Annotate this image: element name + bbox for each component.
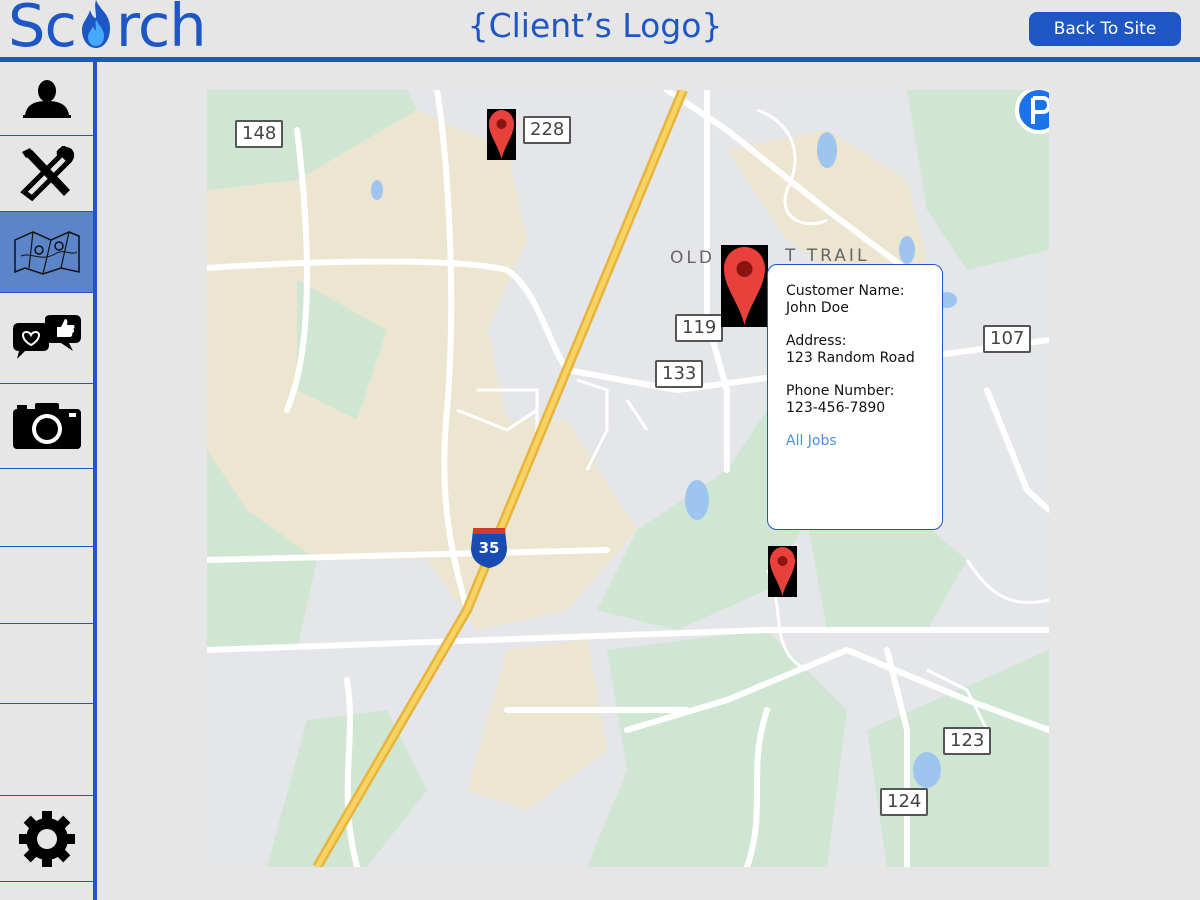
route-label-107: 107 — [983, 325, 1032, 353]
route-label-133: 133 — [655, 360, 704, 388]
location-pin-icon — [724, 247, 765, 325]
nav-item-reviews[interactable] — [0, 293, 93, 384]
scorch-logo: Sc rch — [8, 0, 207, 60]
client-logo-placeholder: {Client’s Logo} — [467, 6, 723, 45]
location-pin-icon — [770, 547, 795, 596]
trail-label-left: OLD — [670, 248, 715, 268]
address-value: 123 Random Road — [786, 350, 915, 366]
settings-icon — [18, 810, 75, 867]
map-pin-selected[interactable] — [721, 245, 768, 327]
customer-info-popup: Customer Name: John Doe Address: 123 Ran… — [767, 264, 943, 530]
sidebar-nav — [0, 62, 93, 900]
nav-item-empty-4[interactable] — [0, 704, 93, 796]
reviews-icon — [12, 315, 81, 359]
interstate-label: 35 — [478, 539, 500, 557]
phone-value: 123-456-7890 — [786, 400, 886, 416]
location-pin-icon — [489, 110, 514, 159]
phone-label: Phone Number: — [786, 383, 895, 399]
customer-name-label: Customer Name: — [786, 283, 905, 299]
trail-label-right: T TRAIL — [785, 246, 870, 266]
route-label-148: 148 — [235, 120, 284, 148]
map-icon — [13, 231, 80, 275]
back-to-site-button[interactable]: Back To Site — [1029, 12, 1181, 46]
sidebar-divider — [93, 62, 97, 900]
nav-item-photos[interactable] — [0, 384, 93, 469]
route-label-124: 124 — [880, 788, 929, 816]
address-label: Address: — [786, 333, 847, 349]
nav-item-profile[interactable] — [0, 62, 93, 136]
map-pin-south[interactable] — [768, 546, 797, 597]
user-icon — [22, 79, 71, 118]
route-label-228: 228 — [523, 116, 572, 144]
nav-item-settings[interactable] — [0, 796, 93, 882]
all-jobs-link[interactable]: All Jobs — [786, 433, 932, 450]
nav-item-empty-1[interactable] — [0, 469, 93, 547]
nav-item-empty-2[interactable] — [0, 547, 93, 624]
brand-prefix: Sc — [8, 0, 77, 60]
nav-item-empty-3[interactable] — [0, 624, 93, 704]
customer-name-value: John Doe — [786, 300, 849, 316]
nav-item-tools[interactable] — [0, 136, 93, 212]
camera-icon — [12, 403, 81, 449]
route-label-119: 119 — [675, 314, 724, 342]
route-label-123: 123 — [943, 727, 992, 755]
header-divider — [0, 57, 1200, 62]
flame-icon — [76, 0, 116, 58]
brand-suffix: rch — [115, 0, 207, 60]
nav-item-map[interactable] — [0, 212, 93, 293]
tools-icon — [19, 145, 74, 201]
map-pin-north[interactable] — [487, 109, 516, 160]
app-header: Sc rch {Client’s Logo} Back To Site — [0, 0, 1200, 60]
